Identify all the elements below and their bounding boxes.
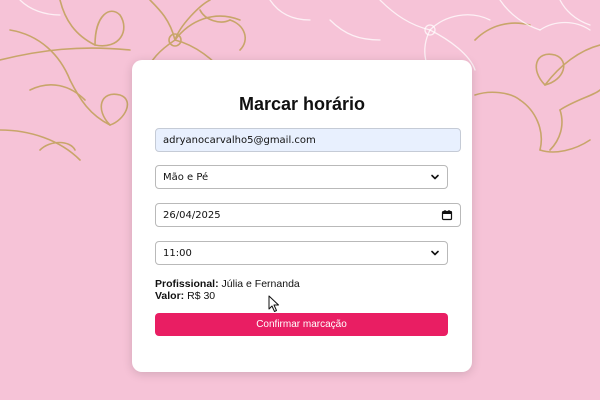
chevron-down-icon [431,250,439,256]
professional-label: Profissional: [155,278,219,290]
confirm-booking-button[interactable]: Confirmar marcação [155,313,448,336]
page-title: Marcar horário [238,94,366,114]
email-field[interactable]: adryanocarvalho5@gmail.com [155,128,461,152]
service-select[interactable]: Mão e Pé [155,165,448,189]
time-select-value: 11:00 [163,247,192,259]
date-field-value: 26/04/2025 [163,209,221,221]
calendar-icon[interactable] [441,209,453,221]
mouse-pointer-icon [268,295,279,312]
price-label: Valor: [155,290,185,302]
booking-page: Marcar horário adryanocarvalho5@gmail.co… [0,0,600,400]
price-info: Valor: R$ 30 [155,290,215,302]
chevron-down-icon [431,174,439,180]
email-field-value: adryanocarvalho5@gmail.com [163,134,316,146]
date-field[interactable]: 26/04/2025 [155,203,461,227]
service-select-value: Mão e Pé [163,171,209,183]
time-select[interactable]: 11:00 [155,241,448,265]
booking-card: Marcar horário adryanocarvalho5@gmail.co… [132,60,472,372]
professional-value: Júlia e Fernanda [221,278,300,290]
professional-info: Profissional: Júlia e Fernanda [155,278,300,290]
price-value: R$ 30 [187,290,216,302]
